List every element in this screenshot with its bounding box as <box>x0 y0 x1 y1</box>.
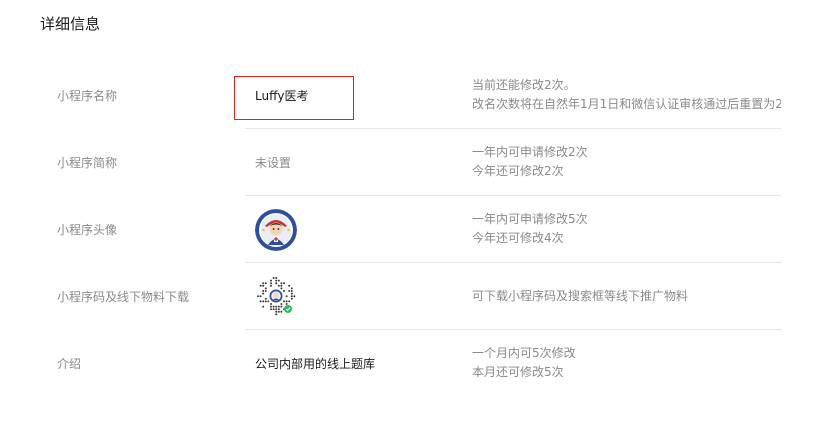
qrcode-dot <box>264 287 267 290</box>
row-note-avatar: 一年内可申请修改5次 今年还可修改4次 <box>472 196 781 262</box>
mini-program-name-value[interactable]: Luffy医考 <box>255 62 308 128</box>
note-line-1: 当前还能修改2次。 <box>472 78 576 92</box>
qrcode-dot <box>262 305 265 308</box>
row-label-avatar: 小程序头像 <box>57 222 118 237</box>
row-label-introduction: 介绍 <box>57 356 82 371</box>
qrcode-dot <box>270 279 272 282</box>
row-note-short-name: 一年内可申请修改2次 今年还可修改2次 <box>472 129 781 195</box>
note-line-2: 今年还可修改2次 <box>472 164 564 178</box>
qrcode-dot <box>275 279 278 282</box>
qrcode-dot <box>270 284 272 287</box>
note-line-1: 可下载小程序码及搜索框等线下推广物料 <box>472 288 689 303</box>
qrcode-dot <box>264 290 267 292</box>
qrcode-dot <box>259 284 262 287</box>
row-mini-program-name: 小程序名称 Luffy医考 当前还能修改2次。 改名次数将在自然年1月1日和微信… <box>0 62 817 129</box>
qrcode-dot <box>293 295 296 298</box>
qrcode-dot <box>272 308 275 311</box>
qrcode-dot <box>275 277 278 279</box>
qrcode-dot <box>270 282 272 285</box>
row-mini-program-short-name: 小程序简称 未设置 一年内可申请修改2次 今年还可修改2次 <box>0 129 817 196</box>
qrcode-dot <box>280 287 283 290</box>
qrcode-dot <box>277 305 280 308</box>
avatar[interactable] <box>255 209 297 251</box>
qrcode-dot <box>285 303 288 305</box>
qrcode-dot <box>270 305 272 308</box>
qrcode-dot <box>277 279 280 282</box>
section-title: 详细信息 <box>40 15 101 33</box>
row-label-short-name: 小程序简称 <box>57 155 118 170</box>
qrcode-dot <box>264 282 267 285</box>
note-line-2: 改名次数将在自然年1月1日和微信认证审核通过后重置为2 <box>472 97 781 111</box>
qrcode-dot <box>264 297 267 300</box>
qrcode-dot <box>280 305 283 308</box>
qrcode-dot <box>277 308 280 311</box>
qrcode-dot <box>285 300 288 303</box>
note-line-1: 一年内可申请修改2次 <box>472 145 588 159</box>
qrcode-dot <box>275 308 278 311</box>
qrcode-dot <box>290 297 293 300</box>
qrcode-dot <box>259 300 262 303</box>
qrcode-dot <box>262 282 265 285</box>
qrcode-image <box>255 275 297 317</box>
qrcode-dot <box>283 282 285 285</box>
row-label-name: 小程序名称 <box>57 88 118 103</box>
qrcode-dot <box>280 284 283 287</box>
qrcode-dot <box>280 310 283 313</box>
qrcode-dot <box>288 284 291 287</box>
note-line-1: 一年内可申请修改5次 <box>472 212 588 226</box>
qrcode-dot <box>280 303 283 305</box>
qrcode-dot <box>290 290 293 292</box>
qrcode-dot <box>262 284 265 287</box>
note-line-2: 本月还可修改5次 <box>472 365 564 379</box>
row-mini-program-avatar: 小程序头像 一年内可申请修改5次 今年还可修改4次 <box>0 196 817 263</box>
row-note-introduction: 一个月内可5次修改 本月还可修改5次 <box>472 330 781 396</box>
qrcode-dot <box>283 300 285 303</box>
qrcode-dot <box>272 277 275 279</box>
qrcode-dot <box>290 287 293 290</box>
qrcode-dot <box>275 282 278 285</box>
qrcode-dot <box>275 310 278 313</box>
qrcode-dot <box>262 300 265 303</box>
avatar-image <box>255 209 297 251</box>
row-introduction: 介绍 公司内部用的线上题库 一个月内可5次修改 本月还可修改5次 <box>0 330 817 397</box>
qrcode-dot <box>288 300 291 303</box>
qrcode-dot <box>270 308 272 311</box>
qrcode-dot <box>264 300 267 303</box>
qrcode-dot <box>257 295 259 298</box>
detail-list: 小程序名称 Luffy医考 当前还能修改2次。 改名次数将在自然年1月1日和微信… <box>0 62 817 397</box>
qrcode-dot <box>277 284 280 287</box>
qrcode-dot <box>275 305 278 308</box>
qrcode-dot <box>270 303 272 305</box>
qrcode-dot <box>275 313 278 316</box>
note-line-2: 今年还可修改4次 <box>472 231 564 245</box>
qrcode-dot <box>290 292 293 295</box>
qrcode-dot <box>283 290 285 292</box>
qrcode-dot <box>259 295 262 298</box>
mini-program-code-icon[interactable] <box>255 275 297 317</box>
qrcode-dot <box>267 300 270 303</box>
introduction-value[interactable]: 公司内部用的线上题库 <box>255 330 375 396</box>
qrcode-dot <box>288 290 291 292</box>
qrcode-dot <box>262 292 265 295</box>
short-name-value[interactable]: 未设置 <box>255 129 291 195</box>
row-note-name: 当前还能修改2次。 改名次数将在自然年1月1日和微信认证审核通过后重置为2 <box>472 62 781 128</box>
row-note-code: 可下载小程序码及搜索框等线下推广物料 <box>472 263 781 329</box>
qrcode-dot <box>285 295 288 298</box>
row-label-code: 小程序码及线下物料下载 <box>57 289 190 304</box>
qrcode-dot <box>262 290 265 292</box>
qrcode-dot <box>272 305 275 308</box>
note-line-1: 一个月内可5次修改 <box>472 346 576 360</box>
qrcode-dot <box>277 310 280 313</box>
qrcode-dot <box>280 282 283 285</box>
qrcode-dot <box>290 295 293 298</box>
detail-info-page: 详细信息 小程序名称 Luffy医考 当前还能修改2次。 改名次数将在自然年1月… <box>0 0 817 423</box>
row-mini-program-code: 小程序码及线下物料下载 可下载小程序码及搜索框等线下推广物料 <box>0 263 817 330</box>
